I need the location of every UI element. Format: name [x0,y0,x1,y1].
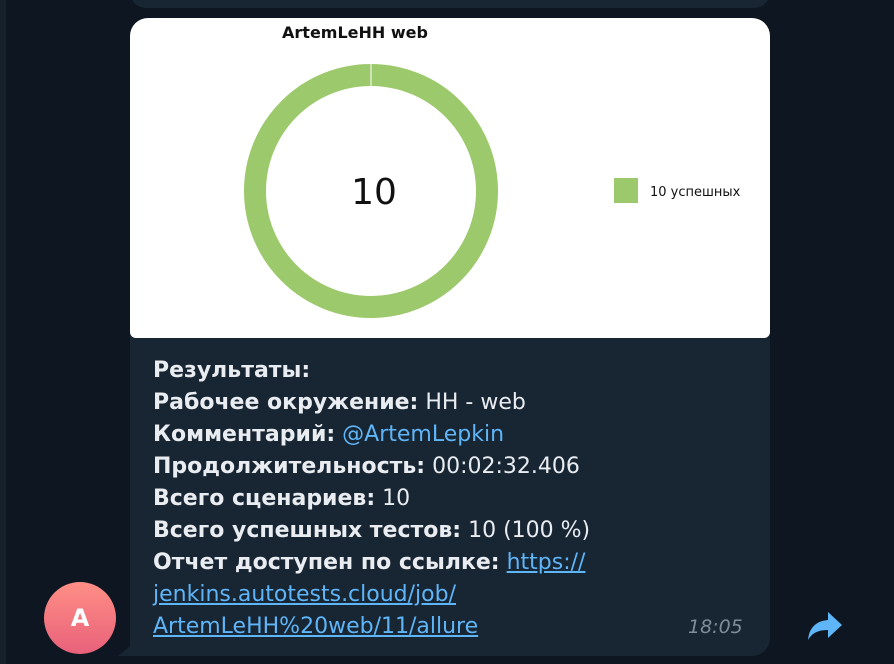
chart-image[interactable]: ArtemLeHH web 10 10 успешных [130,18,770,338]
chart-svg: ArtemLeHH web 10 10 успешных [244,23,741,318]
report-link-part-3[interactable]: ArtemLeHH%20web/11/allure [153,614,478,639]
chat-list-edge [0,0,6,664]
avatar-initial: A [70,604,90,632]
donut-center-label: 10 [351,172,397,213]
scenarios-line: Всего сценариев: 10 [153,486,411,511]
message-text: Результаты: Рабочее окружение: HH - web … [153,355,693,643]
avatar[interactable]: A [44,582,116,654]
chart-title: ArtemLeHH web [282,23,428,42]
env-line: Рабочее окружение: HH - web [153,390,526,415]
mention-link[interactable]: @ArtemLepkin [342,422,504,447]
share-arrow-icon [808,612,842,640]
message-bubble[interactable]: ArtemLeHH web 10 10 успешных Результаты:… [130,18,770,656]
share-button[interactable] [802,606,848,646]
report-link-line-3: ArtemLeHH%20web/11/allure [153,611,693,643]
passed-line: Всего успешных тестов: 10 (100 %) [153,518,591,543]
report-link[interactable]: https:// [507,550,586,575]
report-link-line-2: jenkins.autotests.cloud/job/ [153,579,693,611]
legend-label: 10 успешных [650,185,741,200]
legend-swatch [614,178,638,203]
duration-line: Продолжительность: 00:02:32.406 [153,454,580,479]
report-link-part-2[interactable]: jenkins.autotests.cloud/job/ [153,582,456,607]
report-line: Отчет доступен по ссылке: https:// [153,550,586,575]
previous-message-bubble[interactable] [130,0,770,8]
comment-line: Комментарий: @ArtemLepkin [153,422,505,447]
message-time: 18:05 [688,616,743,638]
results-heading: Результаты: [153,358,311,383]
